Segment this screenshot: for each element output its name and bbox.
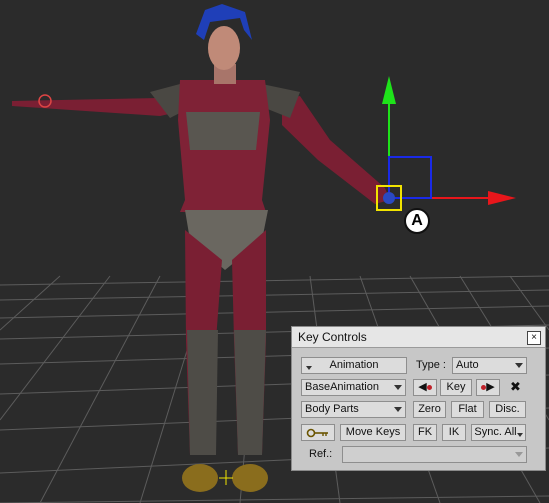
ref-label: Ref.: [309, 448, 333, 460]
next-key-icon: ▶ [481, 381, 495, 393]
animation-button[interactable]: Animation [301, 357, 407, 374]
key-controls-panel: Key Controls × Animation Type : Auto Bas… [291, 326, 546, 471]
chevron-down-icon [517, 433, 523, 437]
chevron-down-icon [306, 366, 312, 370]
chevron-down-icon [394, 407, 402, 412]
type-dropdown[interactable]: Auto [452, 357, 527, 374]
move-keys-button[interactable]: Move Keys [340, 424, 406, 441]
chevron-down-icon [394, 385, 402, 390]
animation-name: BaseAnimation [305, 381, 379, 393]
flat-button[interactable]: Flat [451, 401, 484, 418]
ik-button[interactable]: IK [442, 424, 466, 441]
ref-dropdown[interactable] [342, 446, 527, 463]
key-button[interactable]: Key [440, 379, 472, 396]
sync-all-label: Sync. All [474, 426, 517, 438]
key-icon [306, 428, 328, 438]
callout-a: A [404, 208, 430, 234]
animation-label: Animation [329, 359, 379, 371]
key-mode-button[interactable] [301, 424, 335, 441]
selection-value: Body Parts [305, 403, 359, 415]
previous-key-icon: ◀ [418, 381, 432, 393]
fk-button[interactable]: FK [413, 424, 437, 441]
next-key-button[interactable]: ▶ [476, 379, 500, 396]
chevron-down-icon [515, 363, 523, 368]
chevron-down-icon [515, 452, 523, 457]
selection-dropdown[interactable]: Body Parts [301, 401, 406, 418]
disc-button[interactable]: Disc. [489, 401, 526, 418]
type-label: Type : [416, 359, 446, 371]
panel-title: Key Controls [298, 330, 367, 344]
close-button[interactable]: × [527, 331, 541, 345]
delete-key-button[interactable]: ✖ [505, 379, 526, 396]
type-value: Auto [456, 359, 479, 371]
panel-titlebar[interactable]: Key Controls × [292, 327, 545, 348]
sync-all-button[interactable]: Sync. All [471, 424, 526, 441]
previous-key-button[interactable]: ◀ [413, 379, 437, 396]
animation-dropdown[interactable]: BaseAnimation [301, 379, 406, 396]
zero-button[interactable]: Zero [413, 401, 446, 418]
